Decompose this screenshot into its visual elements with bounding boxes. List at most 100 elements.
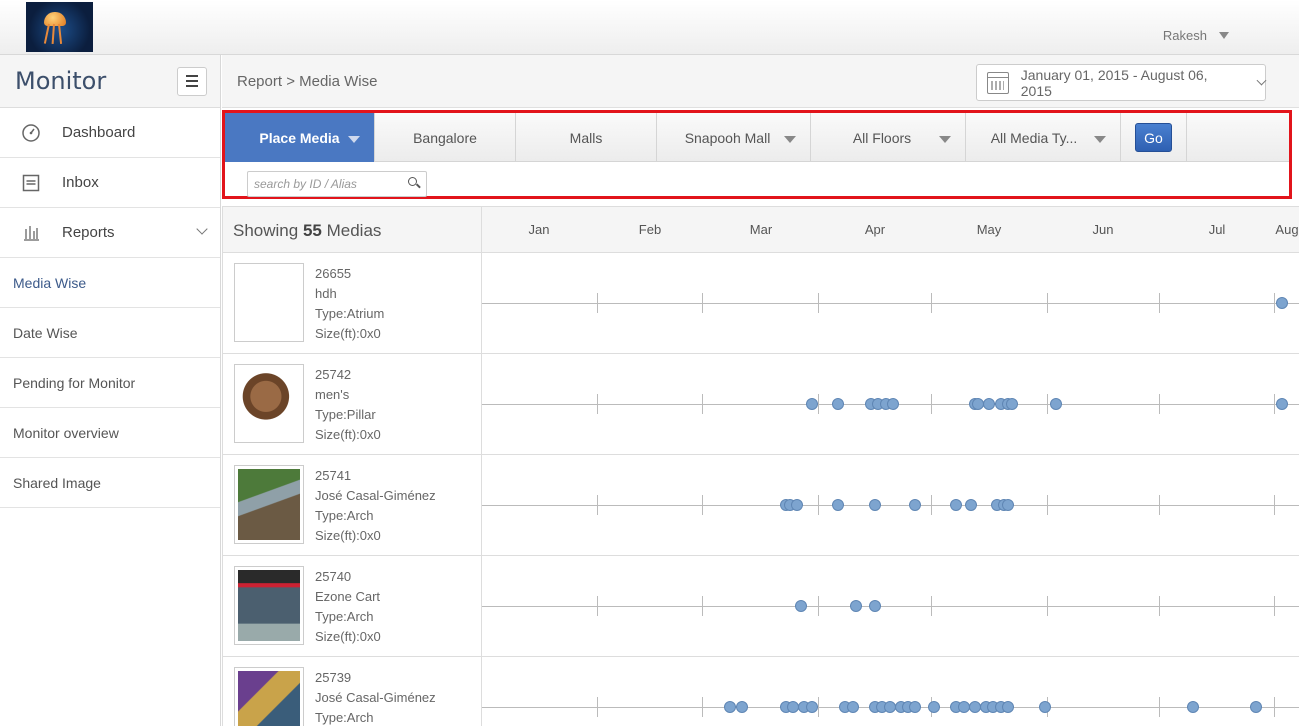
sidebar-subitem-shared-image[interactable]: Shared Image — [0, 458, 220, 508]
media-size: Size(ft):0x0 — [315, 326, 381, 341]
timeline-point[interactable] — [1038, 701, 1051, 713]
timeline-tick — [931, 394, 932, 414]
chevron-down-icon — [1256, 75, 1267, 86]
go-button[interactable]: Go — [1135, 123, 1172, 152]
place-media-label: Place Media — [259, 129, 340, 146]
timeline-point[interactable] — [950, 499, 963, 511]
timeline-tick — [702, 697, 703, 717]
place-media-dropdown[interactable]: Place Media — [225, 113, 375, 162]
media-size: Size(ft):0x0 — [315, 629, 381, 644]
timeline-point[interactable] — [887, 398, 900, 410]
media-thumbnail[interactable] — [234, 263, 304, 342]
timeline-point[interactable] — [868, 600, 881, 612]
timeline-point[interactable] — [968, 701, 981, 713]
media-type-dropdown[interactable]: All Media Ty... — [966, 113, 1121, 162]
timeline-point[interactable] — [1001, 701, 1014, 713]
media-type: Type:Arch — [315, 609, 374, 624]
timeline-tick — [597, 293, 598, 313]
sidebar-item-dashboard[interactable]: Dashboard — [0, 108, 220, 158]
sidebar-subitem-media-wise[interactable]: Media Wise — [0, 258, 220, 308]
timeline-tick — [818, 293, 819, 313]
month-label: May — [976, 222, 1002, 237]
sidebar-subitem-date-wise[interactable]: Date Wise — [0, 308, 220, 358]
date-range-picker[interactable]: January 01, 2015 - August 06, 2015 — [976, 64, 1267, 101]
timeline-point[interactable] — [850, 600, 863, 612]
chevron-down-icon — [196, 223, 208, 235]
timeline-tick — [1159, 495, 1160, 515]
timeline-point[interactable] — [964, 499, 977, 511]
timeline-point[interactable] — [1275, 297, 1288, 309]
timeline-point[interactable] — [831, 499, 844, 511]
media-name: men's — [315, 387, 350, 402]
search-icon[interactable] — [408, 177, 417, 186]
sidebar-subitem-pending[interactable]: Pending for Monitor — [0, 358, 220, 408]
floors-label: All Floors — [852, 129, 912, 146]
media-row[interactable]: 25739José Casal-GiménezType:ArchSize(ft)… — [223, 657, 1299, 726]
timeline-tick — [1159, 293, 1160, 313]
timeline-point[interactable] — [909, 701, 922, 713]
media-thumbnail[interactable] — [234, 364, 304, 443]
timeline-point[interactable] — [1186, 701, 1199, 713]
timeline-point[interactable] — [831, 398, 844, 410]
timeline-point[interactable] — [927, 701, 940, 713]
menu-toggle-button[interactable] — [177, 66, 207, 96]
timeline-point[interactable] — [1001, 499, 1014, 511]
dashboard-icon — [0, 123, 62, 143]
timeline-point[interactable] — [735, 701, 748, 713]
timeline-tick — [1274, 495, 1275, 515]
sidebar-subitem-monitor-overview[interactable]: Monitor overview — [0, 408, 220, 458]
inbox-icon — [0, 174, 62, 192]
sidebar-item-label: Reports — [62, 224, 115, 241]
month-label: Jul — [1208, 222, 1226, 237]
media-name: Ezone Cart — [315, 589, 381, 604]
timeline-tick — [1274, 394, 1275, 414]
media-row[interactable]: 25742 men's Type:Pillar Size(ft):0x0 — [223, 354, 1299, 455]
media-info: 25741 José Casal-Giménez Type:Arch Size(ft)… — [315, 466, 436, 546]
timeline-point[interactable] — [957, 701, 970, 713]
timeline-point[interactable] — [868, 499, 881, 511]
sidebar-item-inbox[interactable]: Inbox — [0, 158, 220, 208]
user-menu[interactable]: Rakesh — [1163, 28, 1229, 43]
timeline-point[interactable] — [983, 398, 996, 410]
timeline-point[interactable] — [883, 701, 896, 713]
mall-dropdown[interactable]: Snapooh Mall — [657, 113, 811, 162]
caret-down-icon — [1219, 32, 1229, 39]
city-filter[interactable]: Bangalore — [375, 113, 516, 162]
timeline-tick — [597, 697, 598, 717]
logo[interactable] — [26, 2, 93, 52]
timeline-tick — [818, 697, 819, 717]
media-thumbnail[interactable] — [234, 667, 304, 726]
timeline-point[interactable] — [805, 398, 818, 410]
timeline-tick — [1047, 495, 1048, 515]
media-image — [238, 267, 300, 338]
media-row[interactable]: 26655 hdh Type:Atrium Size(ft):0x0 — [223, 253, 1299, 354]
timeline-point[interactable] — [794, 600, 807, 612]
media-name: José Casal-Giménez — [315, 690, 436, 705]
floors-dropdown[interactable]: All Floors — [811, 113, 966, 162]
category-filter[interactable]: Malls — [516, 113, 657, 162]
sidebar-header: Monitor — [0, 55, 220, 108]
media-id: 25740 — [315, 569, 352, 584]
caret-down-icon — [1094, 136, 1106, 143]
sidebar-item-reports[interactable]: Reports — [0, 208, 220, 258]
timeline-point[interactable] — [1050, 398, 1062, 410]
timeline-point[interactable] — [805, 701, 818, 713]
timeline-point[interactable] — [1249, 701, 1262, 713]
timeline-point[interactable] — [909, 499, 922, 511]
media-thumbnail[interactable] — [234, 566, 304, 645]
timeline-track — [482, 606, 1299, 607]
media-type: Type:Pillar — [315, 407, 376, 422]
timeline-tick — [702, 394, 703, 414]
media-row[interactable]: 25740 Ezone Cart Type:Arch Size(ft):0x0 — [223, 556, 1299, 657]
timeline-point[interactable] — [1005, 398, 1018, 410]
media-thumbnail[interactable] — [234, 465, 304, 544]
timeline-point[interactable] — [724, 701, 737, 713]
media-row[interactable]: 25741 José Casal-Giménez Type:Arch Size(ft)… — [223, 455, 1299, 556]
timeline-point[interactable] — [1275, 398, 1288, 410]
date-range-text: January 01, 2015 - August 06, 2015 — [1020, 66, 1208, 99]
timeline-tick — [1047, 596, 1048, 616]
timeline-tick — [931, 293, 932, 313]
search-input[interactable] — [248, 172, 398, 196]
timeline-point[interactable] — [846, 701, 859, 713]
timeline-point[interactable] — [791, 499, 803, 511]
